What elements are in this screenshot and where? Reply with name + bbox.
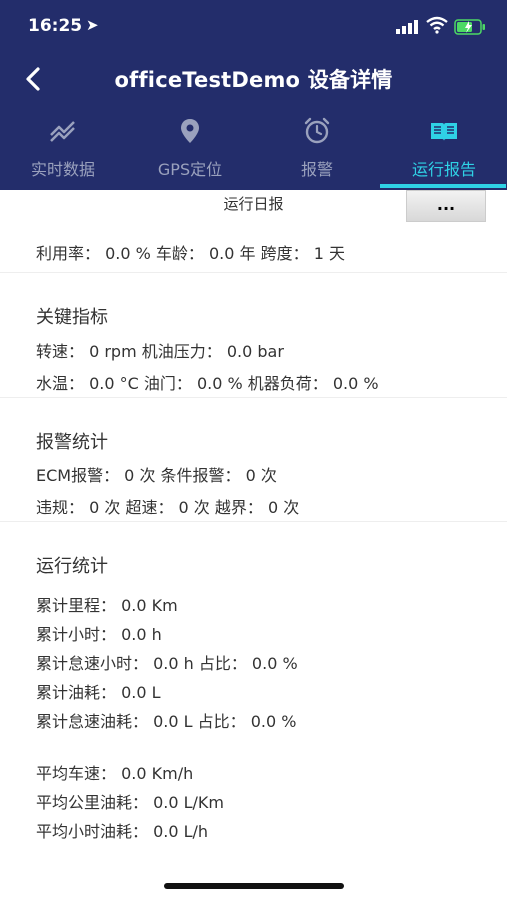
run-stats-line-5: 累计怠速油耗： 0.0 L 占比： 0.0 % xyxy=(36,712,297,731)
divider xyxy=(0,521,507,522)
tab-alarm[interactable]: 报警 xyxy=(254,108,380,190)
nav-bar: officeTestDemo 设备详情 xyxy=(0,60,507,100)
active-tab-indicator xyxy=(380,184,506,188)
run-stats-line-4: 累计油耗： 0.0 L xyxy=(36,683,161,702)
line-chart-icon xyxy=(50,121,75,142)
average-line-1: 平均车速： 0.0 Km/h xyxy=(36,764,194,783)
tab-gps-location[interactable]: GPS定位 xyxy=(127,108,253,190)
status-time: 16:25 xyxy=(28,16,83,36)
alarm-stats-line-2: 违规： 0 次 超速： 0 次 越界： 0 次 xyxy=(36,498,300,517)
section-title-run-stats: 运行统计 xyxy=(36,556,108,577)
wifi-icon xyxy=(426,16,448,34)
key-metrics-line-2: 水温： 0.0 °C 油门： 0.0 % 机器负荷： 0.0 % xyxy=(36,374,379,393)
run-stats-line-1: 累计里程： 0.0 Km xyxy=(36,596,178,615)
average-line-2: 平均公里油耗： 0.0 L/Km xyxy=(36,793,225,812)
more-button[interactable]: ... xyxy=(406,190,486,222)
tab-bar: 实时数据 GPS定位 报警 运行报告 xyxy=(0,108,507,190)
divider xyxy=(0,272,507,273)
location-pin-icon xyxy=(181,119,199,143)
average-line-3: 平均小时油耗： 0.0 L/h xyxy=(36,822,209,841)
run-stats-line-3: 累计怠速小时： 0.0 h 占比： 0.0 % xyxy=(36,654,298,673)
page-title: officeTestDemo 设备详情 xyxy=(114,68,393,92)
status-bar: 16:25 ➤ xyxy=(0,14,507,40)
tab-label: 报警 xyxy=(300,160,333,179)
tab-realtime-data[interactable]: 实时数据 xyxy=(0,108,126,190)
run-stats-line-2: 累计小时： 0.0 h xyxy=(36,625,162,644)
section-title-key-metrics: 关键指标 xyxy=(36,307,108,328)
app-header: 16:25 ➤ officeTestDemo 设备详情 实时数据 GPS定位 报… xyxy=(0,0,507,190)
divider xyxy=(0,397,507,398)
book-icon xyxy=(431,123,457,141)
tab-run-report[interactable]: 运行报告 xyxy=(381,108,507,190)
cellular-signal-icon xyxy=(396,20,418,34)
location-arrow-icon: ➤ xyxy=(86,16,99,34)
tab-label: 运行报告 xyxy=(411,160,476,179)
tab-label: GPS定位 xyxy=(157,160,223,179)
tab-label: 实时数据 xyxy=(30,160,95,179)
home-indicator xyxy=(164,883,344,889)
alarm-stats-line-1: ECM报警： 0 次 条件报警： 0 次 xyxy=(36,466,277,485)
battery-charging-icon xyxy=(454,19,485,35)
alarm-clock-icon xyxy=(304,117,330,144)
key-metrics-line-1: 转速： 0 rpm 机油压力： 0.0 bar xyxy=(36,342,284,361)
summary-line: 利用率： 0.0 % 车龄： 0.0 年 跨度： 1 天 xyxy=(36,244,345,263)
section-title-alarm-stats: 报警统计 xyxy=(36,432,108,453)
